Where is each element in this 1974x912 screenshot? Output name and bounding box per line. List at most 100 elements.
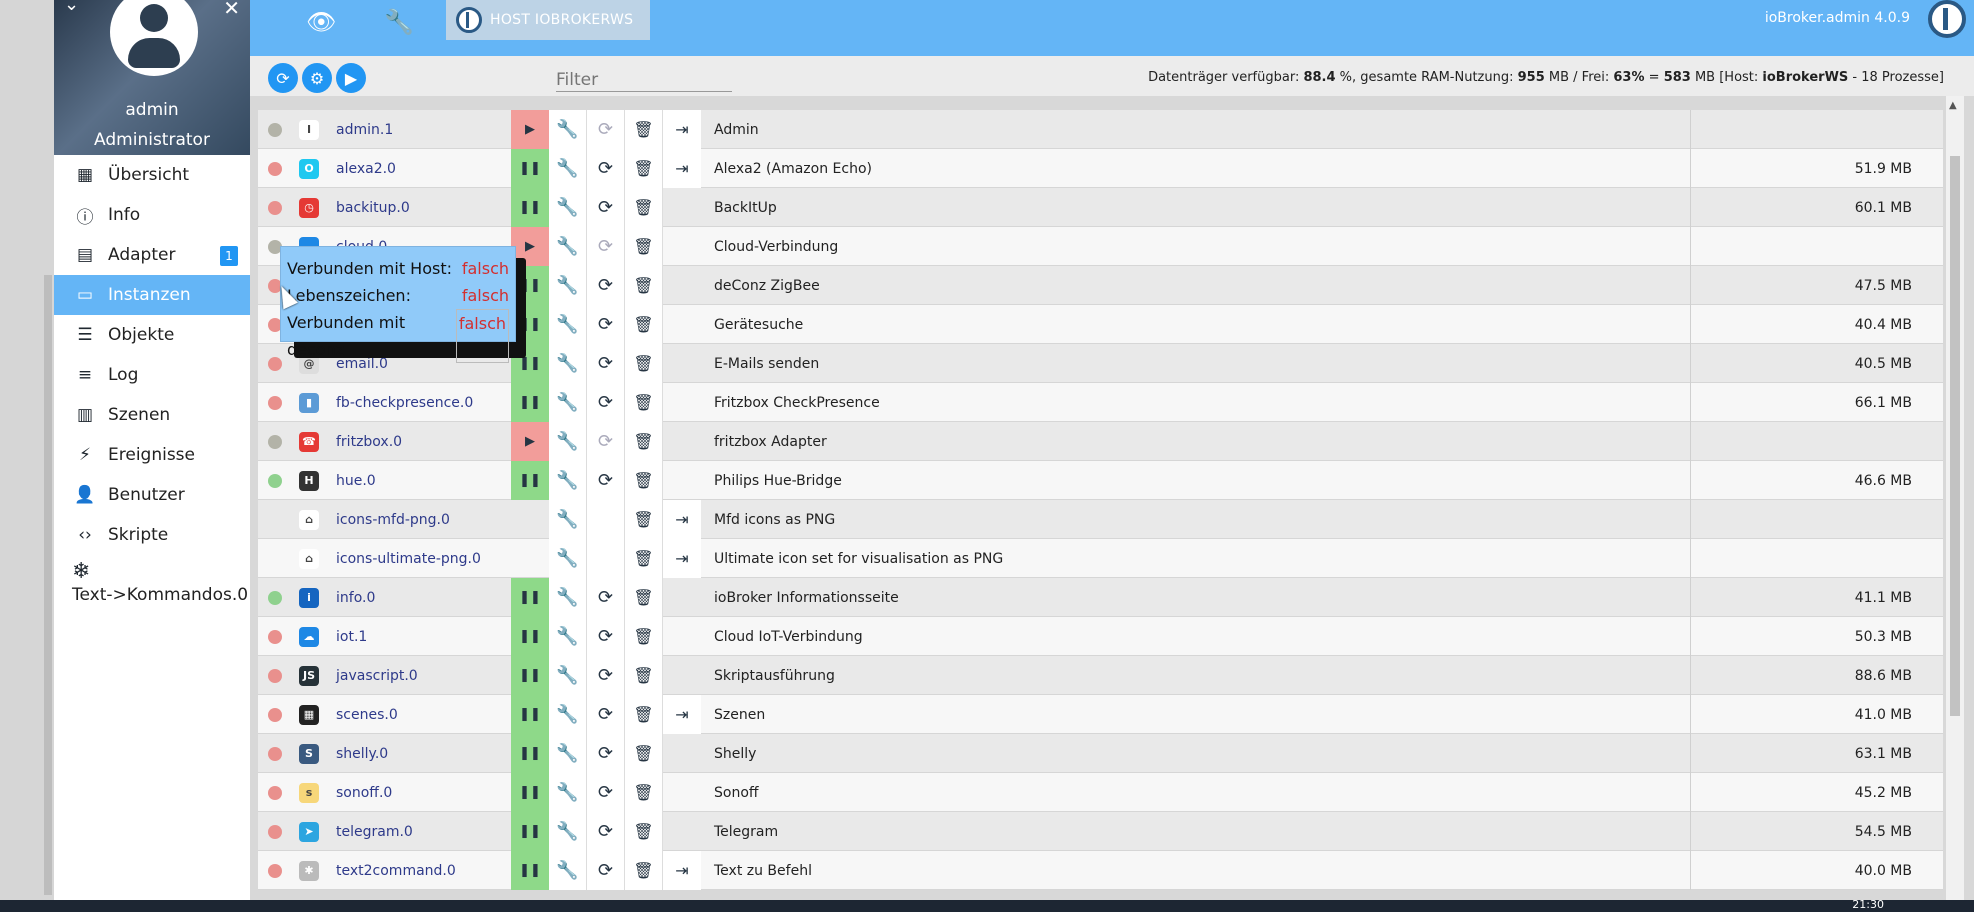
settings-button[interactable]: 🔧 [549,188,587,227]
reload-button[interactable]: ⟳ [587,812,625,851]
instance-name[interactable]: iot.1 [326,617,516,656]
filter-input[interactable] [556,70,732,90]
open-web-button[interactable]: ⇥ [663,539,701,578]
chevron-down-icon[interactable]: ⌄ [64,0,79,15]
instance-name[interactable]: admin.1 [326,110,516,149]
delete-button[interactable]: 🗑 [625,578,663,617]
sidebar-item-skripte[interactable]: ‹› Skripte [54,515,250,555]
sidebar-item-log[interactable]: ≡ Log [54,355,250,395]
settings-button[interactable]: 🔧 [549,656,587,695]
wrench-icon[interactable]: 🔧 [384,8,414,36]
sidebar-item-szenen[interactable]: ▥ Szenen [54,395,250,435]
delete-button[interactable]: 🗑 [625,461,663,500]
scroll-up-icon[interactable]: ▲ [1949,100,1957,111]
settings-button[interactable]: 🔧 [549,539,587,578]
delete-button[interactable]: 🗑 [625,539,663,578]
delete-button[interactable]: 🗑 [625,422,663,461]
reload-button[interactable]: ⟳ [587,227,625,266]
start-all-button[interactable]: ▶ [336,63,366,93]
delete-button[interactable]: 🗑 [625,812,663,851]
reload-button[interactable]: ⟳ [587,149,625,188]
sidebar-item--bersicht[interactable]: ▦ Übersicht [54,155,250,195]
reload-button[interactable]: ⟳ [587,578,625,617]
open-web-button[interactable]: ⇥ [663,500,701,539]
close-icon[interactable]: ✕ [223,0,240,20]
instance-name[interactable]: backitup.0 [326,188,516,227]
refresh-button[interactable]: ⟳ [268,63,298,93]
pause-button[interactable]: ❚❚ [511,734,549,773]
settings-button[interactable]: 🔧 [549,344,587,383]
sidebar-item-instanzen[interactable]: ▭ Instanzen [54,275,250,315]
delete-button[interactable]: 🗑 [625,305,663,344]
eye-icon[interactable]: 👁 [306,8,336,36]
pause-button[interactable]: ❚❚ [511,773,549,812]
sidebar-item-objekte[interactable]: ☰ Objekte [54,315,250,355]
pause-button[interactable]: ❚❚ [511,188,549,227]
delete-button[interactable]: 🗑 [625,695,663,734]
open-web-button[interactable]: ⇥ [663,851,701,890]
settings-button[interactable]: 🔧 [549,617,587,656]
reload-button[interactable]: ⟳ [587,188,625,227]
reload-button[interactable]: ⟳ [587,773,625,812]
host-selector[interactable]: HOST IOBROKERWS [446,0,650,40]
instance-name[interactable]: hue.0 [326,461,516,500]
sidebar-item-benutzer[interactable]: 👤 Benutzer [54,475,250,515]
settings-button[interactable]: 🔧 [549,578,587,617]
sidebar-item-text2command[interactable]: ❄ Text->Kommandos.0 [54,559,250,605]
filter-field[interactable] [556,64,732,92]
delete-button[interactable]: 🗑 [625,383,663,422]
delete-button[interactable]: 🗑 [625,149,663,188]
sidebar-item-info[interactable]: ⓘ Info [54,195,250,235]
instance-name[interactable]: scenes.0 [326,695,516,734]
settings-button[interactable]: 🔧 [549,500,587,539]
scroll-thumb[interactable] [1950,156,1960,716]
reload-button[interactable]: ⟳ [587,656,625,695]
settings-button[interactable]: 🔧 [549,773,587,812]
delete-button[interactable]: 🗑 [625,500,663,539]
reload-button[interactable]: ⟳ [587,461,625,500]
open-web-button[interactable]: ⇥ [663,149,701,188]
instance-name[interactable]: icons-ultimate-png.0 [326,539,516,578]
pause-button[interactable]: ❚❚ [511,656,549,695]
reload-button[interactable]: ⟳ [587,110,625,149]
instance-name[interactable]: javascript.0 [326,656,516,695]
reload-button[interactable]: ⟳ [587,695,625,734]
reload-button[interactable]: ⟳ [587,422,625,461]
expert-mode-button[interactable]: ⚙ [302,63,332,93]
instance-name[interactable]: telegram.0 [326,812,516,851]
sidebar-item-adapter[interactable]: ▤ Adapter 1 [54,235,250,275]
instance-name[interactable]: icons-mfd-png.0 [326,500,516,539]
start-button[interactable]: ▶ [511,110,549,149]
pause-button[interactable]: ❚❚ [511,617,549,656]
settings-button[interactable]: 🔧 [549,305,587,344]
reload-button[interactable]: ⟳ [587,383,625,422]
instance-name[interactable]: fritzbox.0 [326,422,516,461]
delete-button[interactable]: 🗑 [625,656,663,695]
instance-name[interactable]: shelly.0 [326,734,516,773]
delete-button[interactable]: 🗑 [625,344,663,383]
reload-button[interactable]: ⟳ [587,851,625,890]
settings-button[interactable]: 🔧 [549,149,587,188]
settings-button[interactable]: 🔧 [549,461,587,500]
settings-button[interactable]: 🔧 [549,812,587,851]
delete-button[interactable]: 🗑 [625,734,663,773]
delete-button[interactable]: 🗑 [625,266,663,305]
settings-button[interactable]: 🔧 [549,383,587,422]
pause-button[interactable]: ❚❚ [511,695,549,734]
instance-name[interactable]: text2command.0 [326,851,516,890]
pause-button[interactable]: ❚❚ [511,851,549,890]
delete-button[interactable]: 🗑 [625,851,663,890]
instance-name[interactable]: alexa2.0 [326,149,516,188]
pause-button[interactable]: ❚❚ [511,149,549,188]
delete-button[interactable]: 🗑 [625,188,663,227]
reload-button[interactable]: ⟳ [587,734,625,773]
pause-button[interactable]: ❚❚ [511,383,549,422]
start-button[interactable]: ▶ [511,422,549,461]
settings-button[interactable]: 🔧 [549,422,587,461]
reload-button[interactable]: ⟳ [587,617,625,656]
pause-button[interactable]: ❚❚ [511,578,549,617]
settings-button[interactable]: 🔧 [549,695,587,734]
reload-button[interactable]: ⟳ [587,305,625,344]
reload-button[interactable]: ⟳ [587,344,625,383]
settings-button[interactable]: 🔧 [549,734,587,773]
